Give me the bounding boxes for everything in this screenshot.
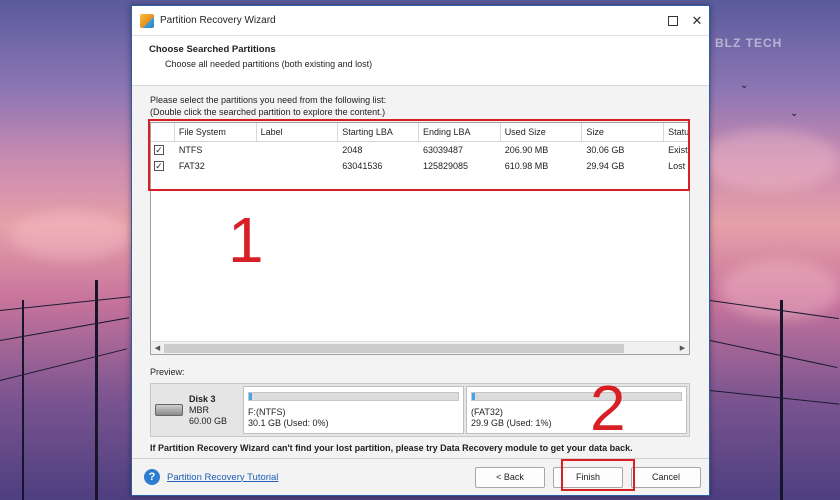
row-checkbox[interactable]: ✓ [154, 145, 164, 155]
table-row[interactable]: ✓ FAT32 63041536 125829085 610.98 MB 29.… [151, 158, 689, 174]
help-note: If Partition Recovery Wizard can't find … [150, 443, 633, 453]
cell-ending-lba: 63039487 [423, 145, 464, 155]
cancel-button[interactable]: Cancel [631, 466, 701, 488]
scroll-right-icon[interactable]: ▶ [676, 344, 689, 352]
partition-block-fat32[interactable]: (FAT32) 29.9 GB (Used: 1%) [466, 386, 687, 434]
disk-name: Disk 3 [189, 393, 216, 404]
partition-detail: 29.9 GB (Used: 1%) [471, 418, 552, 428]
column-file-system[interactable]: File System [175, 123, 257, 141]
instruction-line-2: (Double click the searched partition to … [150, 107, 386, 117]
cell-size: 29.94 GB [586, 161, 625, 171]
watermark: BLZ TECH [715, 36, 783, 50]
cell-used-size: 206.90 MB [504, 145, 549, 155]
wizard-header: Choose Searched Partitions Choose all ne… [132, 36, 709, 86]
column-used-size[interactable]: Used Size [501, 123, 583, 141]
scroll-left-icon[interactable]: ◀ [151, 344, 164, 352]
disk-type: MBR [189, 404, 209, 415]
partition-name: F:(NTFS) [248, 407, 286, 417]
cell-file-system: FAT32 [178, 161, 205, 171]
cell-status: Lost [668, 161, 686, 171]
step-1-annotation: 1 [228, 204, 264, 276]
close-icon: ✕ [691, 12, 703, 28]
table-header: File System Label Starting LBA Ending LB… [151, 123, 689, 142]
partition-usage-fill [249, 393, 252, 400]
finish-button[interactable]: Finish [553, 466, 623, 488]
partition-name: (FAT32) [471, 407, 503, 417]
back-button[interactable]: < Back [475, 466, 545, 488]
column-starting-lba[interactable]: Starting LBA [338, 123, 419, 141]
column-size[interactable]: Size [582, 123, 665, 141]
hard-disk-icon [155, 404, 183, 416]
scroll-thumb[interactable] [164, 343, 624, 353]
step-subtitle: Choose all needed partitions (both exist… [165, 59, 373, 69]
disk-info: Disk 3 MBR 60.00 GB [153, 386, 241, 434]
cell-file-system: NTFS [178, 145, 203, 155]
partition-detail: 30.1 GB (Used: 0%) [248, 418, 329, 428]
disk-size: 60.00 GB [189, 415, 228, 426]
partition-usage-fill [472, 393, 475, 400]
instruction-line-1: Please select the partitions you need fr… [150, 95, 387, 105]
partition-usage-bar [248, 392, 459, 401]
cell-size: 30.06 GB [586, 145, 625, 155]
table-row[interactable]: ✓ NTFS 2048 63039487 206.90 MB 30.06 GB … [151, 142, 689, 158]
close-button[interactable]: ✕ [685, 6, 709, 36]
step-2-annotation: 2 [590, 372, 626, 444]
partition-block-ntfs[interactable]: F:(NTFS) 30.1 GB (Used: 0%) [243, 386, 464, 434]
window-title: Partition Recovery Wizard [160, 15, 276, 26]
partition-usage-bar [471, 392, 682, 401]
cell-used-size: 610.98 MB [504, 161, 549, 171]
wizard-footer: ? Partition Recovery Tutorial < Back Fin… [132, 458, 709, 495]
step-title: Choose Searched Partitions [149, 44, 276, 55]
cell-status: Existing [668, 145, 689, 155]
maximize-button[interactable] [661, 6, 685, 36]
column-label[interactable]: Label [257, 123, 339, 141]
row-checkbox[interactable]: ✓ [154, 161, 164, 171]
scroll-track[interactable] [164, 343, 676, 354]
cell-starting-lba: 63041536 [342, 161, 383, 171]
cell-starting-lba: 2048 [342, 145, 363, 155]
title-bar: Partition Recovery Wizard ✕ [132, 6, 709, 36]
app-icon [140, 13, 154, 28]
tutorial-link[interactable]: Partition Recovery Tutorial [167, 472, 475, 483]
column-ending-lba[interactable]: Ending LBA [419, 123, 501, 141]
horizontal-scrollbar[interactable]: ◀ ▶ [151, 341, 689, 354]
help-icon[interactable]: ? [144, 469, 160, 485]
cell-ending-lba: 125829085 [423, 161, 469, 171]
column-select[interactable] [151, 123, 175, 141]
column-status[interactable]: Status [664, 123, 689, 141]
maximize-icon [668, 15, 678, 26]
